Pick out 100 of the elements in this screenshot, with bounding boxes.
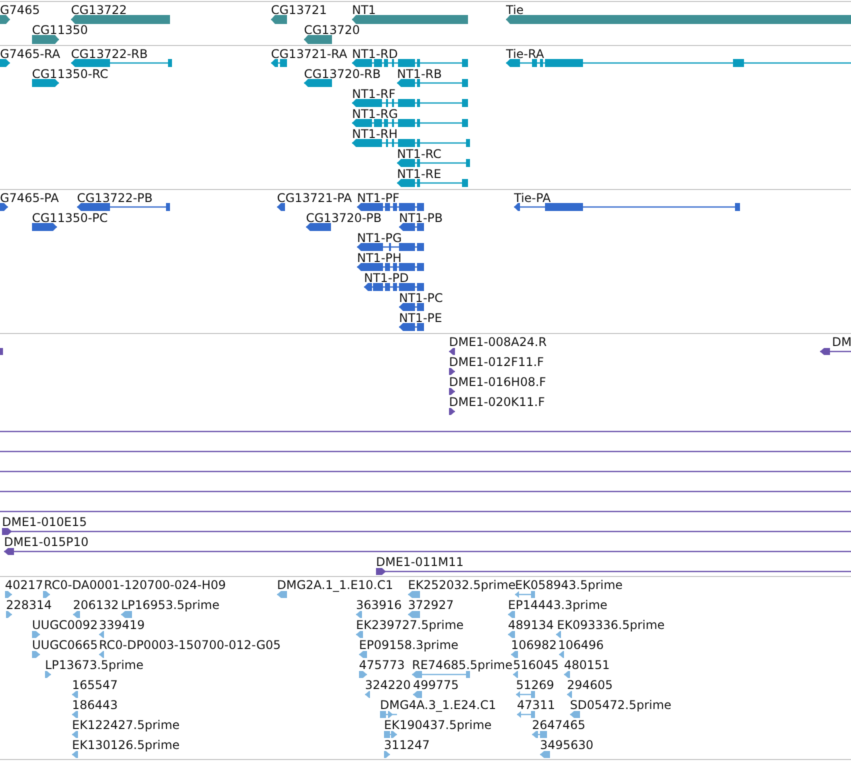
- feature-label: DME1-012F11.F: [449, 355, 544, 369]
- feature-label: 372927: [408, 598, 454, 612]
- est-glyph[interactable]: [45, 670, 51, 678]
- clone-glyph[interactable]: [0, 348, 3, 354]
- protein-glyph[interactable]: [364, 283, 424, 291]
- est-glyph[interactable]: [567, 690, 572, 698]
- transcript-glyph[interactable]: [32, 79, 59, 87]
- est-glyph[interactable]: [365, 690, 370, 698]
- feature-label: EK058943.5prime: [515, 578, 623, 592]
- est-glyph[interactable]: [513, 670, 518, 678]
- transcript-glyph[interactable]: [352, 119, 468, 127]
- gene-glyph[interactable]: [352, 14, 468, 24]
- transcript-glyph[interactable]: [352, 139, 470, 147]
- clone-glyph[interactable]: [449, 348, 455, 354]
- transcript-glyph[interactable]: [71, 59, 172, 67]
- transcript-glyph[interactable]: [352, 99, 468, 107]
- feature-label: DMG2A.1_1.E10.C1: [277, 578, 394, 592]
- est-glyph[interactable]: [408, 590, 420, 598]
- transcript-glyph[interactable]: [352, 59, 468, 67]
- est-glyph[interactable]: [32, 630, 40, 638]
- transcript-glyph[interactable]: [271, 59, 287, 67]
- transcript-glyph[interactable]: [0, 59, 10, 67]
- est-glyph[interactable]: [517, 710, 535, 718]
- feature-label: CG13722-RB: [71, 47, 148, 61]
- feature-label: 206132: [73, 598, 119, 612]
- est-glyph[interactable]: [559, 650, 564, 658]
- gene-glyph[interactable]: [32, 34, 59, 44]
- est-glyph[interactable]: [356, 630, 363, 638]
- est-glyph[interactable]: [408, 610, 420, 618]
- protein-glyph[interactable]: [399, 323, 424, 331]
- est-glyph[interactable]: [359, 650, 367, 658]
- est-glyph[interactable]: [43, 590, 50, 598]
- est-glyph[interactable]: [5, 590, 12, 598]
- gene-glyph[interactable]: [271, 14, 287, 24]
- gene-glyph[interactable]: [506, 14, 851, 24]
- est-glyph[interactable]: [32, 650, 40, 658]
- transcript-glyph[interactable]: [397, 179, 468, 187]
- est-glyph[interactable]: [413, 690, 422, 698]
- protein-glyph[interactable]: [0, 203, 8, 211]
- est-glyph[interactable]: [570, 710, 580, 718]
- est-glyph[interactable]: [6, 610, 12, 618]
- est-glyph[interactable]: [380, 710, 397, 718]
- feature-label: NT1-RF: [352, 87, 396, 101]
- gene-glyph[interactable]: [0, 14, 10, 24]
- est-glyph[interactable]: [121, 610, 132, 618]
- est-glyph[interactable]: [72, 710, 78, 718]
- gene-glyph[interactable]: [71, 14, 170, 24]
- est-glyph[interactable]: [99, 630, 104, 638]
- est-glyph[interactable]: [72, 730, 78, 738]
- protein-glyph[interactable]: [514, 203, 740, 211]
- est-glyph[interactable]: [72, 750, 78, 758]
- feature-label: 47311: [517, 698, 556, 712]
- est-glyph[interactable]: [277, 590, 287, 598]
- feature-label: CG13720: [304, 23, 360, 37]
- protein-glyph[interactable]: [357, 263, 424, 271]
- est-glyph[interactable]: [412, 670, 470, 678]
- protein-glyph[interactable]: [357, 243, 424, 251]
- transcript-glyph[interactable]: [397, 159, 470, 167]
- est-glyph[interactable]: [515, 590, 535, 598]
- est-glyph[interactable]: [99, 650, 104, 658]
- est-glyph[interactable]: [384, 730, 397, 738]
- est-glyph[interactable]: [516, 690, 535, 698]
- est-glyph[interactable]: [508, 630, 515, 638]
- est-glyph[interactable]: [356, 610, 362, 618]
- est-glyph[interactable]: [508, 610, 515, 618]
- feature-label: CG13721: [271, 3, 327, 17]
- protein-glyph[interactable]: [32, 223, 57, 231]
- feature-label: RC0-DP0003-150700-012-G05: [99, 638, 281, 652]
- est-glyph[interactable]: [384, 750, 390, 758]
- transcript-glyph[interactable]: [506, 59, 851, 67]
- protein-glyph[interactable]: [399, 303, 424, 311]
- protein-glyph[interactable]: [77, 203, 170, 211]
- clone-glyph[interactable]: [449, 368, 455, 374]
- feature-label: DME1-008A24.R: [449, 335, 547, 349]
- est-glyph[interactable]: [532, 730, 547, 738]
- transcript-glyph[interactable]: [397, 79, 468, 87]
- protein-glyph[interactable]: [399, 223, 424, 231]
- protein-glyph[interactable]: [357, 203, 424, 211]
- protein-glyph[interactable]: [306, 223, 331, 231]
- feature-label: G7465: [0, 3, 40, 17]
- est-glyph[interactable]: [511, 650, 518, 658]
- clone-glyph[interactable]: [2, 528, 851, 534]
- feature-label: NT1-RC: [397, 147, 442, 161]
- clone-glyph[interactable]: [820, 348, 851, 354]
- est-glyph[interactable]: [564, 670, 570, 678]
- feature-label: EK239727.5prime: [356, 618, 464, 632]
- protein-glyph[interactable]: [277, 203, 285, 211]
- clone-glyph[interactable]: [449, 408, 455, 414]
- clone-glyph[interactable]: [449, 388, 455, 394]
- gene-glyph[interactable]: [304, 34, 332, 44]
- clone-glyph[interactable]: [4, 548, 851, 554]
- feature-label: DME1-015P10: [4, 535, 89, 549]
- est-glyph[interactable]: [540, 750, 550, 758]
- est-glyph[interactable]: [72, 690, 78, 698]
- est-glyph[interactable]: [556, 630, 561, 638]
- clone-glyph[interactable]: [376, 568, 851, 574]
- feature-label: G7465-PA: [0, 191, 59, 205]
- transcript-glyph[interactable]: [304, 79, 332, 87]
- est-glyph[interactable]: [359, 670, 367, 678]
- est-glyph[interactable]: [73, 610, 80, 618]
